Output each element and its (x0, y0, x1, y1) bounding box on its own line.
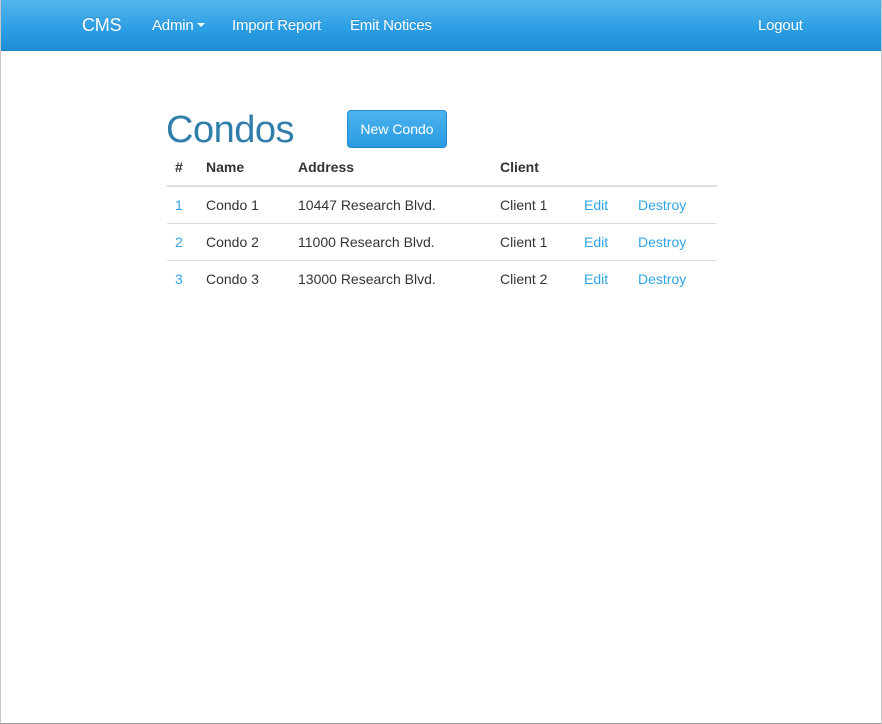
header-client: Client (492, 148, 576, 187)
condo-client: Client 2 (492, 259, 576, 297)
condo-client: Client 1 (500, 196, 548, 213)
destroy-link[interactable]: Destroy (638, 234, 686, 250)
table-row: 2 Condo 2 11000 Research Blvd. Client 1 … (167, 222, 717, 260)
new-condo-button[interactable]: New Condo (347, 110, 447, 148)
page: CMS Admin Import Report Emit Notices Log… (0, 0, 882, 724)
condo-address: 10447 Research Blvd. (298, 196, 436, 213)
admin-dropdown-label: Admin (152, 17, 194, 34)
destroy-link[interactable]: Destroy (638, 271, 686, 287)
condo-name: Condo 1 (206, 196, 259, 213)
edit-link[interactable]: Edit (584, 234, 608, 250)
condo-client: Client 1 (492, 222, 576, 260)
condo-id-link[interactable]: 2 (175, 234, 183, 250)
admin-dropdown[interactable]: Admin (152, 0, 205, 51)
condo-address: 13000 Research Blvd. (290, 259, 492, 297)
header-destroy-spacer (630, 148, 717, 187)
header-id: # (167, 148, 198, 187)
condo-address: 11000 Research Blvd. (290, 222, 492, 260)
destroy-link[interactable]: Destroy (638, 197, 686, 213)
emit-notices-link[interactable]: Emit Notices (350, 0, 432, 51)
condos-table: # Name Address Client 1 Condo 1 10447 Re… (167, 148, 717, 297)
logout-link[interactable]: Logout (758, 0, 803, 51)
header-edit-spacer (576, 148, 630, 187)
table-header-row: # Name Address Client (167, 148, 717, 187)
condo-id-link[interactable]: 3 (175, 271, 183, 287)
condo-name: Condo 2 (198, 222, 290, 260)
edit-link[interactable]: Edit (584, 271, 608, 287)
table-row: 1 Condo 1 10447 Research Blvd. Client 1 … (167, 186, 717, 223)
page-title: Condos (166, 109, 294, 151)
top-navbar: CMS Admin Import Report Emit Notices Log… (1, 0, 881, 51)
header-address: Address (290, 148, 492, 187)
table-row: 3 Condo 3 13000 Research Blvd. Client 2 … (167, 259, 717, 297)
import-report-link[interactable]: Import Report (232, 0, 321, 51)
caret-down-icon (196, 23, 205, 28)
condo-id-link[interactable]: 1 (175, 197, 183, 213)
brand-link[interactable]: CMS (82, 0, 122, 51)
condo-name: Condo 3 (198, 259, 290, 297)
edit-link[interactable]: Edit (584, 197, 608, 213)
header-name: Name (198, 148, 290, 187)
